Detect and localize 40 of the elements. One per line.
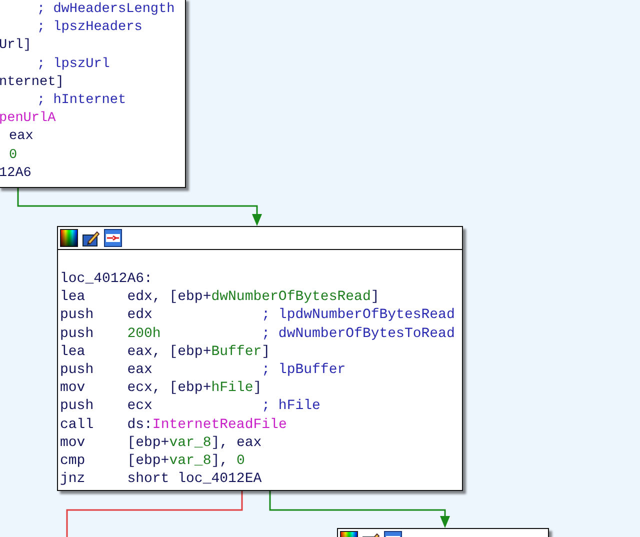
operand-text: [ebp+var_8], eax [127, 434, 262, 452]
location-label: loc_4012A6: [60, 270, 152, 288]
mnemonic-text: call [60, 416, 95, 434]
code-text: penUrlA [0, 110, 56, 128]
code-text: nternet] [0, 74, 64, 92]
mnemonic-text: mov [60, 434, 86, 452]
mnemonic-text: push [60, 306, 95, 325]
mnemonic-text: push [60, 397, 95, 416]
operand-text: eax [127, 361, 154, 380]
code-text: ; dwHeadersLength [37, 1, 175, 19]
comment-text: ; lpBuffer [262, 361, 346, 380]
operand-text: ecx, [ebp+hFile] [127, 379, 262, 398]
operand-text: ecx [127, 397, 154, 416]
operand-text: ds:InternetReadFile [127, 416, 287, 434]
mnemonic-text: lea [60, 288, 86, 306]
code-text: 12A6 [0, 164, 32, 183]
operand-text: 200h [127, 324, 162, 343]
mnemonic-text: push [60, 361, 95, 380]
operand-text: edx [127, 306, 154, 325]
code-text: 0 [9, 146, 18, 165]
operand-text: eax, [ebp+Buffer] [127, 342, 270, 362]
operand-text: short loc_4012EA [127, 470, 262, 488]
color-palette-icon[interactable] [60, 229, 78, 247]
grouped-nodes-icon[interactable] [104, 229, 122, 247]
comment-text: ; lpdwNumberOfBytesRead [262, 306, 455, 325]
mnemonic-text: mov [60, 379, 86, 398]
mnemonic-text: cmp [60, 452, 86, 470]
code-text: ; lpszHeaders [37, 19, 142, 38]
comment-text: ; dwNumberOfBytesToRead [262, 324, 455, 343]
code-text: ; lpszUrl [37, 56, 110, 74]
code-text: ; hInternet [37, 92, 126, 110]
mnemonic-text: jnz [60, 470, 86, 488]
operand-text: edx, [ebp+dwNumberOfBytesRead] [127, 288, 380, 306]
mnemonic-text: push [60, 324, 95, 343]
mnemonic-text: lea [60, 342, 86, 362]
operand-text: [ebp+var_8], 0 [127, 452, 246, 470]
comment-text: ; hFile [262, 397, 320, 416]
pencil-icon[interactable] [82, 229, 100, 247]
code-text: Url] [0, 37, 32, 56]
code-text: eax [9, 128, 34, 146]
